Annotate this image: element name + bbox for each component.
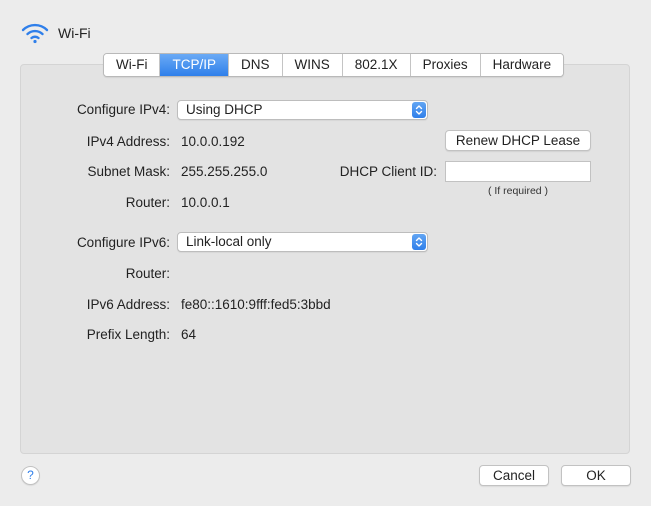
updown-chevron-icon — [412, 234, 426, 250]
configure-ipv4-value: Using DHCP — [186, 102, 263, 117]
prefix-length-value: 64 — [181, 327, 197, 342]
network-service-title: Wi-Fi — [58, 25, 91, 41]
ipv4-router-label: Router: — [125, 195, 170, 210]
network-advanced-window: Wi-Fi Wi-Fi TCP/IP DNS WINS 802.1X Proxi… — [0, 0, 651, 506]
configure-ipv4-label: Configure IPv4: — [76, 102, 170, 117]
ipv6-address-label: IPv6 Address: — [86, 297, 170, 312]
tab-proxies[interactable]: Proxies — [410, 54, 481, 76]
updown-chevron-icon — [412, 102, 426, 118]
configure-ipv6-value: Link-local only — [186, 234, 272, 249]
help-button[interactable]: ? — [21, 466, 40, 485]
dhcp-client-id-field[interactable] — [445, 161, 591, 182]
cancel-button[interactable]: Cancel — [479, 465, 549, 486]
tab-8021x[interactable]: 802.1X — [342, 54, 411, 76]
ipv4-router-value: 10.0.0.1 — [181, 195, 230, 210]
ok-button[interactable]: OK — [561, 465, 631, 486]
tab-tcpip[interactable]: TCP/IP — [160, 54, 229, 76]
ipv6-router-label: Router: — [125, 266, 170, 281]
tab-bar: Wi-Fi TCP/IP DNS WINS 802.1X Proxies Har… — [103, 53, 565, 77]
wifi-icon — [20, 21, 50, 45]
renew-dhcp-lease-button[interactable]: Renew DHCP Lease — [445, 130, 591, 151]
configure-ipv6-label: Configure IPv6: — [76, 235, 170, 250]
subnet-mask-label: Subnet Mask: — [87, 164, 170, 179]
ipv4-address-label: IPv4 Address: — [86, 134, 170, 149]
dhcp-client-id-hint: ( If required ) — [487, 185, 549, 197]
tab-wifi[interactable]: Wi-Fi — [104, 54, 161, 76]
window-header: Wi-Fi — [20, 20, 91, 46]
ipv6-address-value: fe80::1610:9fff:fed5:3bbd — [181, 297, 331, 312]
tab-dns[interactable]: DNS — [229, 54, 283, 76]
tab-wins[interactable]: WINS — [282, 54, 343, 76]
ipv4-address-value: 10.0.0.192 — [181, 134, 245, 149]
configure-ipv6-select[interactable]: Link-local only — [177, 232, 428, 252]
subnet-mask-value: 255.255.255.0 — [181, 164, 268, 179]
configure-ipv4-select[interactable]: Using DHCP — [177, 100, 428, 120]
settings-panel — [20, 64, 630, 454]
tab-hardware[interactable]: Hardware — [480, 54, 564, 76]
prefix-length-label: Prefix Length: — [86, 327, 170, 342]
dhcp-client-id-label: DHCP Client ID: — [339, 164, 437, 179]
